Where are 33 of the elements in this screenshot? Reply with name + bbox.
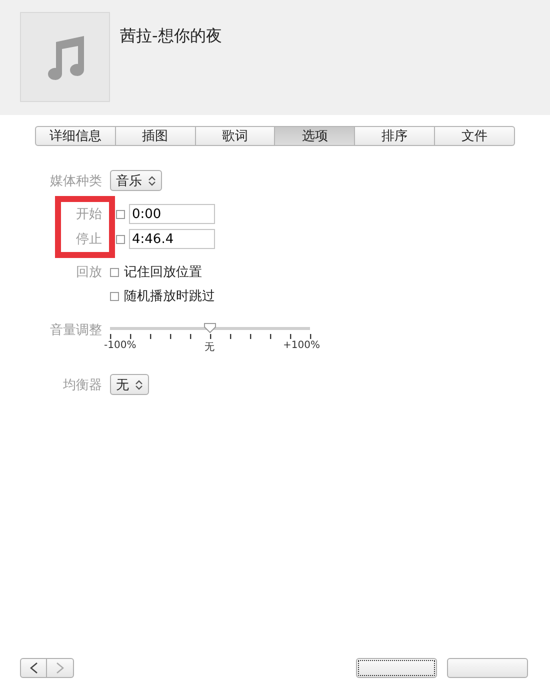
field-label: 回放 — [76, 265, 102, 280]
song-title: 茜拉-想你的夜 — [120, 26, 222, 47]
scale-label: -100% — [104, 340, 136, 353]
tab[interactable]: 歌词 — [196, 126, 276, 146]
tab[interactable]: 插图 — [116, 126, 196, 146]
tab[interactable]: 详细信息 — [35, 126, 116, 146]
time-field[interactable]: 0:00 — [129, 204, 215, 224]
up-down-icon — [135, 380, 143, 390]
chevron-right-icon — [56, 662, 64, 674]
scale-label: +100% — [283, 340, 320, 353]
up-down-icon — [148, 176, 156, 186]
field-label: 开始 — [75, 206, 103, 223]
field-label: 音量调整 — [49, 322, 103, 339]
tab[interactable]: 排序 — [355, 126, 436, 146]
media-kind-dropdown[interactable]: 音乐 — [110, 170, 162, 191]
slider-thumb[interactable] — [204, 323, 216, 333]
tab[interactable]: 文件 — [435, 126, 515, 146]
checkbox[interactable] — [116, 234, 125, 244]
previous-button[interactable] — [20, 658, 47, 678]
checkbox-option[interactable]: 随机播放时跳过 — [110, 287, 215, 305]
checkbox[interactable] — [110, 268, 119, 276]
checkbox[interactable] — [110, 292, 119, 300]
time-field[interactable]: 4:46.4 — [129, 229, 215, 249]
checkbox[interactable] — [116, 210, 125, 218]
field-label: 均衡器 — [62, 376, 103, 394]
scale-label: 无 — [204, 341, 215, 354]
field-label: 媒体种类 — [49, 172, 103, 190]
equalizer-dropdown[interactable]: 无 — [110, 374, 149, 395]
tab[interactable]: 选项 — [275, 126, 356, 146]
chevron-left-icon — [30, 662, 38, 674]
field-label: 停止 — [75, 231, 103, 248]
dialog-button[interactable] — [356, 658, 437, 678]
checkbox-option[interactable]: 记住回放位置 — [110, 263, 202, 281]
